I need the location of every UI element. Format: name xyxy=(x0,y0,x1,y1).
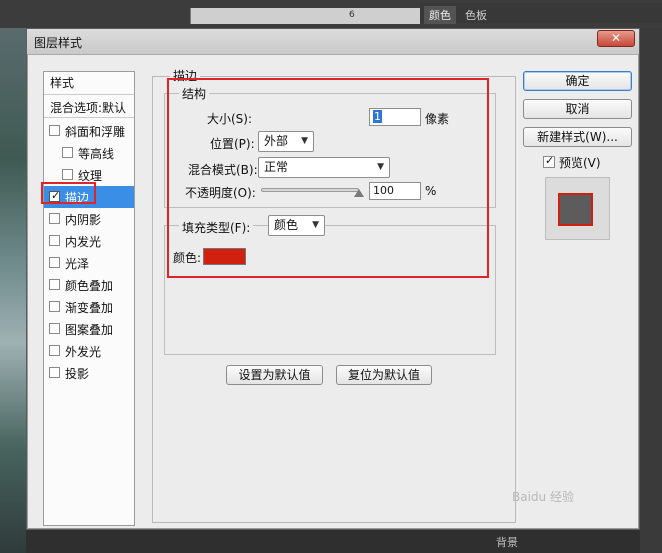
style-item-label: 渐变叠加 xyxy=(65,301,114,315)
style-item-checkbox[interactable] xyxy=(49,257,60,268)
style-item-7[interactable]: 光泽 xyxy=(44,252,134,274)
style-item-6[interactable]: 内发光 xyxy=(44,230,134,252)
cancel-button[interactable]: 取消 xyxy=(523,99,632,119)
style-item-5[interactable]: 内阴影 xyxy=(44,208,134,230)
style-item-checkbox[interactable] xyxy=(62,169,73,180)
style-item-checkbox[interactable] xyxy=(49,279,60,290)
style-item-2[interactable]: 等高线 xyxy=(44,142,134,164)
style-item-checkbox[interactable] xyxy=(49,345,60,356)
style-item-9[interactable]: 渐变叠加 xyxy=(44,296,134,318)
dialog-title: 图层样式 xyxy=(34,36,83,50)
ok-button[interactable]: 确定 xyxy=(523,71,632,91)
style-item-checkbox[interactable] xyxy=(49,213,60,224)
preview-thumbnail xyxy=(558,193,593,226)
style-item-checkbox[interactable] xyxy=(62,147,73,158)
highlight-box-stroke-item xyxy=(41,182,96,204)
canvas-photo xyxy=(0,28,26,553)
blend-options-label: 混合选项:默认 xyxy=(50,101,127,115)
check-icon: ✓ xyxy=(545,154,555,167)
style-item-checkbox[interactable] xyxy=(49,367,60,378)
style-list-header[interactable]: 样式 xyxy=(50,74,74,91)
horizontal-ruler: 6 xyxy=(190,8,420,24)
style-list: 样式 混合选项:默认 斜面和浮雕 等高线 纹理 ✓ 描边 内阴影 内发光 光泽 颜色叠加 渐变叠加… xyxy=(43,71,135,526)
preview-label: 预览(V) xyxy=(559,156,601,170)
style-item-11[interactable]: 外发光 xyxy=(44,340,134,362)
style-item-label: 斜面和浮雕 xyxy=(65,125,126,139)
tab-swatches[interactable]: 色板 xyxy=(460,6,492,24)
close-button[interactable]: ✕ xyxy=(597,30,635,47)
style-item-checkbox[interactable] xyxy=(49,235,60,246)
style-item-10[interactable]: 图案叠加 xyxy=(44,318,134,340)
style-item-label: 外发光 xyxy=(65,345,102,359)
right-panel-strip xyxy=(640,28,662,553)
style-item-12[interactable]: 投影 xyxy=(44,362,134,384)
style-item-checkbox[interactable] xyxy=(49,301,60,312)
style-item-label: 图案叠加 xyxy=(65,323,114,337)
layer-style-dialog: 图层样式 ✕ 样式 混合选项:默认 斜面和浮雕 等高线 纹理 ✓ 描边 内阴影 内发光 光泽颜… xyxy=(26,28,640,530)
blend-options-item[interactable]: 混合选项:默认 xyxy=(44,94,134,118)
style-item-8[interactable]: 颜色叠加 xyxy=(44,274,134,296)
make-default-button[interactable]: 设置为默认值 xyxy=(226,365,323,385)
style-item-label: 光泽 xyxy=(65,257,90,271)
style-item-1[interactable]: 斜面和浮雕 xyxy=(44,120,134,142)
highlight-box-stroke-settings xyxy=(167,78,489,278)
layers-panel-strip: 背景 xyxy=(26,530,640,553)
ruler-label: 6 xyxy=(349,10,355,20)
close-icon: ✕ xyxy=(610,31,622,45)
style-item-label: 内发光 xyxy=(65,235,102,249)
style-item-checkbox[interactable] xyxy=(49,125,60,136)
style-item-label: 内阴影 xyxy=(65,213,102,227)
style-item-label: 等高线 xyxy=(78,147,115,161)
tab-color[interactable]: 颜色 xyxy=(424,6,456,24)
style-item-label: 颜色叠加 xyxy=(65,279,114,293)
style-item-label: 投影 xyxy=(65,367,90,381)
panel-tabs: 颜色 色板 xyxy=(420,3,662,24)
style-item-checkbox[interactable] xyxy=(49,323,60,334)
new-style-button[interactable]: 新建样式(W)... xyxy=(523,127,632,147)
layer-name: 背景 xyxy=(496,536,518,549)
style-preview xyxy=(545,177,610,240)
preview-checkbox[interactable]: ✓ xyxy=(543,154,555,168)
reset-default-button[interactable]: 复位为默认值 xyxy=(336,365,432,385)
dialog-titlebar[interactable]: 图层样式 ✕ xyxy=(27,29,639,55)
watermark: Baidu 经验 xyxy=(512,490,574,504)
